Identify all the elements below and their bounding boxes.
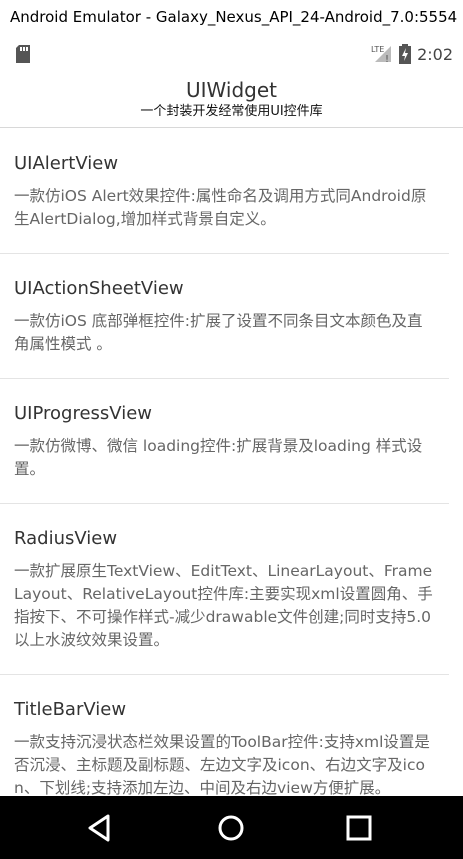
list-item-description: 一款仿iOS 底部弹框控件:扩展了设置不同条目文本颜色及直角属性模式 。 (14, 312, 423, 353)
status-icons: LTE ! 2:02 (371, 43, 453, 65)
list-item-description: 一款扩展原生TextView、EditText、LinearLayout、Fra… (14, 562, 433, 649)
page-subtitle: 一个封装开发经常使用UI控件库 (140, 104, 323, 119)
list-item-title: TitleBarView (14, 699, 127, 720)
navigation-bar (0, 796, 463, 859)
widget-list[interactable]: UIAlertView 一款仿iOS Alert效果控件:属性命名及调用方式同A… (0, 129, 463, 796)
list-item-description: 一款支持沉浸状态栏效果设置的ToolBar控件:支持xml设置是否沉浸、主标题及… (14, 733, 430, 796)
list-item-description: 一款仿iOS Alert效果控件:属性命名及调用方式同Android原生Aler… (14, 187, 427, 228)
list-item[interactable]: RadiusView 一款扩展原生TextView、EditText、Linea… (0, 504, 449, 675)
list-item-title: UIActionSheetView (14, 278, 184, 299)
list-item[interactable]: UIAlertView 一款仿iOS Alert效果控件:属性命名及调用方式同A… (0, 129, 449, 254)
list-item-title: UIAlertView (14, 153, 119, 174)
status-bar: LTE ! 2:02 (0, 35, 463, 72)
app-bar: UIWidget 一个封装开发经常使用UI控件库 (0, 72, 463, 128)
list-item[interactable]: UIActionSheetView 一款仿iOS 底部弹框控件:扩展了设置不同条… (0, 254, 449, 379)
window-titlebar: Android Emulator - Galaxy_Nexus_API_24-A… (0, 0, 463, 35)
list-item-title: UIProgressView (14, 403, 153, 424)
list-item-description: 一款仿微博、微信 loading控件:扩展背景及loading 样式设置。 (14, 437, 423, 478)
emulator-window: Android Emulator - Galaxy_Nexus_API_24-A… (0, 0, 463, 859)
network-label: LTE (371, 45, 384, 54)
list-item-title: RadiusView (14, 528, 118, 549)
status-clock: 2:02 (417, 44, 453, 64)
svg-text:!: ! (385, 54, 389, 64)
home-icon[interactable] (213, 810, 249, 846)
page-title: UIWidget (186, 78, 277, 102)
signal-icon: LTE ! (371, 45, 392, 64)
sd-card-icon (16, 45, 30, 63)
recents-icon[interactable] (341, 810, 377, 846)
back-icon[interactable] (82, 810, 118, 846)
window-title: Android Emulator - Galaxy_Nexus_API_24-A… (10, 8, 458, 26)
battery-charging-icon (399, 44, 412, 64)
list-item[interactable]: UIProgressView 一款仿微博、微信 loading控件:扩展背景及l… (0, 379, 449, 504)
list-item[interactable]: TitleBarView 一款支持沉浸状态栏效果设置的ToolBar控件:支持x… (0, 675, 449, 796)
